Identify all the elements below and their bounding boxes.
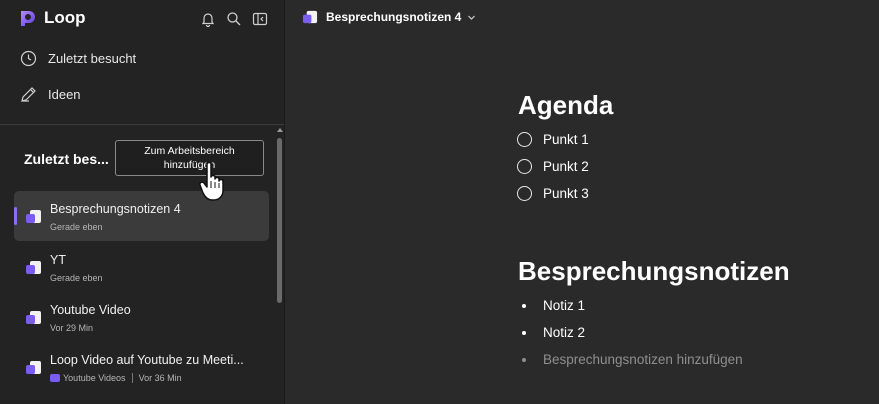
selected-indicator	[14, 207, 17, 225]
bullet-dot	[522, 303, 526, 308]
page-timestamp: Gerade eben	[50, 222, 103, 232]
bullet-dot	[522, 330, 526, 335]
bullet-label[interactable]: Notiz 1	[543, 298, 585, 313]
loop-page-icon	[26, 311, 41, 324]
sidebar-scrollbar[interactable]	[277, 128, 283, 404]
page-timestamp: Vor 29 Min	[50, 323, 94, 333]
add-to-workspace-button[interactable]: Zum Arbeitsbereich hinzufügen	[115, 140, 264, 176]
checklist-label[interactable]: Punkt 1	[543, 132, 589, 147]
page-title: Loop Video auf Youtube zu Meeti...	[50, 353, 244, 367]
hand-pointer-cursor-icon	[199, 161, 224, 201]
checklist-item[interactable]: Punkt 1	[517, 132, 589, 147]
meta-separator	[131, 373, 133, 383]
clock-icon	[20, 50, 37, 67]
page-timestamp: Vor 36 Min	[138, 373, 182, 383]
app-brand[interactable]: Loop	[17, 8, 86, 28]
loop-page-icon	[26, 261, 41, 274]
app-name: Loop	[44, 8, 86, 27]
bullet-label[interactable]: Notiz 2	[543, 325, 585, 340]
scroll-up-arrow-icon[interactable]	[277, 128, 283, 132]
chevron-down-icon[interactable]	[467, 13, 476, 22]
bullet-item[interactable]: Notiz 1	[522, 298, 585, 313]
scroll-thumb[interactable]	[277, 138, 282, 303]
sidebar-toolbar	[200, 11, 268, 27]
pen-icon	[21, 87, 36, 102]
page-workspace: Youtube Videos	[63, 373, 126, 383]
loop-page-icon	[26, 361, 41, 374]
sidebar: Loop Zuletzt besucht Ideen Zuletzt bes..…	[0, 0, 285, 404]
page-timestamp: Gerade eben	[50, 273, 103, 283]
checklist-item[interactable]: Punkt 2	[517, 159, 589, 174]
button-label-line1: Zum Arbeitsbereich	[144, 145, 235, 157]
page-breadcrumb[interactable]: Besprechungsnotizen 4	[302, 9, 476, 25]
sidebar-divider	[0, 124, 284, 125]
page-title: YT	[50, 253, 66, 267]
bullet-item[interactable]: Notiz 2	[522, 325, 585, 340]
bullet-placeholder[interactable]: Besprechungsnotizen hinzufügen	[522, 352, 743, 367]
button-label-line2: hinzufügen	[163, 159, 216, 171]
collapse-sidebar-icon[interactable]	[252, 11, 268, 27]
page-title: Besprechungsnotizen 4	[50, 202, 181, 216]
notes-heading[interactable]: Besprechungsnotizen	[518, 256, 790, 287]
search-icon[interactable]	[226, 11, 242, 27]
workspace-icon	[50, 374, 60, 382]
loop-logo-icon	[21, 11, 35, 26]
page-title: Youtube Video	[50, 303, 131, 317]
loop-page-icon	[26, 210, 41, 223]
breadcrumb-title: Besprechungsnotizen 4	[326, 10, 462, 24]
nav-ideas[interactable]: Ideen	[20, 86, 81, 103]
recent-page-item[interactable]: YT Gerade eben	[14, 242, 269, 292]
nav-label: Ideen	[48, 87, 81, 102]
bell-icon[interactable]	[200, 11, 216, 27]
main-editor: Besprechungsnotizen 4 Agenda Punkt 1 Pun…	[285, 0, 879, 404]
checkbox-circle-icon[interactable]	[517, 132, 532, 147]
loop-page-icon	[302, 10, 318, 24]
agenda-heading[interactable]: Agenda	[518, 90, 613, 121]
page-meta: Youtube Videos Vor 36 Min	[50, 373, 182, 383]
checklist-item[interactable]: Punkt 3	[517, 186, 589, 201]
checkbox-circle-icon[interactable]	[517, 186, 532, 201]
checkbox-circle-icon[interactable]	[517, 159, 532, 174]
recent-page-item[interactable]: Loop Video auf Youtube zu Meeti... Youtu…	[14, 342, 269, 392]
checklist-label[interactable]: Punkt 3	[543, 186, 589, 201]
bullet-placeholder-text[interactable]: Besprechungsnotizen hinzufügen	[543, 352, 743, 367]
recent-page-item[interactable]: Youtube Video Vor 29 Min	[14, 292, 269, 342]
nav-label: Zuletzt besucht	[48, 51, 137, 66]
bullet-dot	[522, 357, 526, 362]
nav-recently-visited[interactable]: Zuletzt besucht	[20, 50, 136, 67]
recent-section-title: Zuletzt bes...	[24, 151, 109, 167]
checklist-label[interactable]: Punkt 2	[543, 159, 589, 174]
